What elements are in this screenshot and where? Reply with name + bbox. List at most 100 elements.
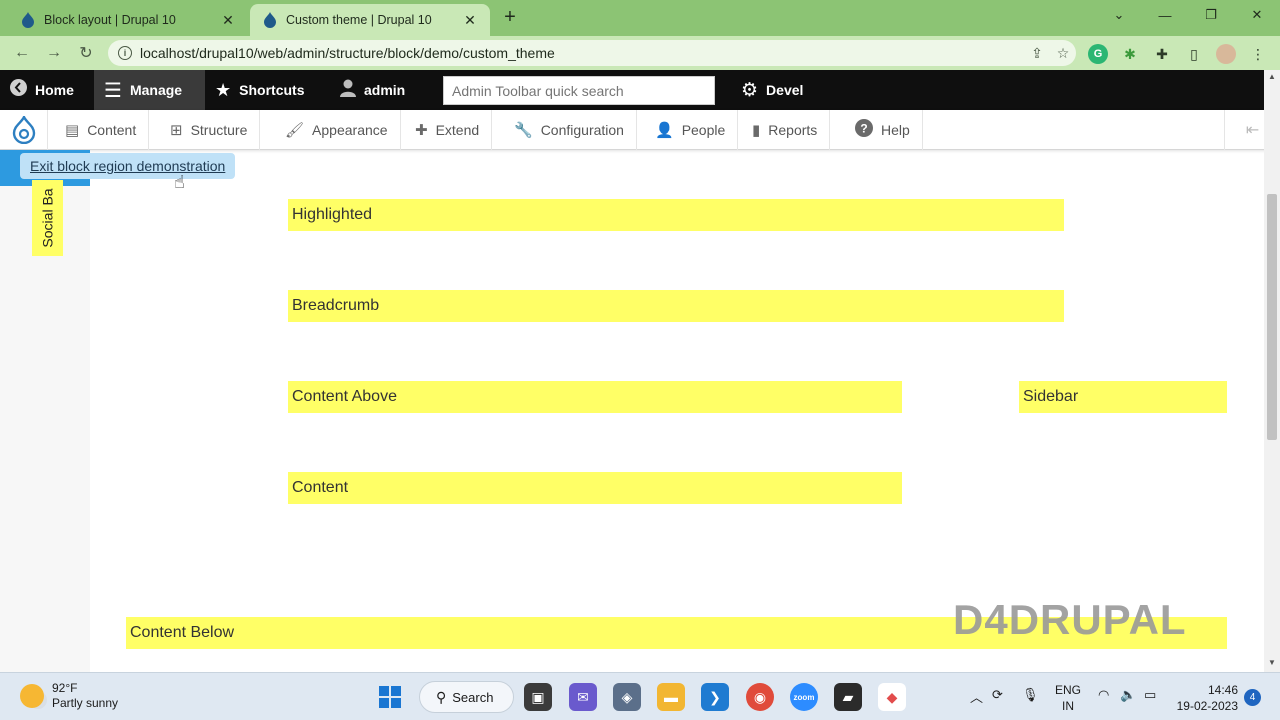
gear-icon: ⚙ bbox=[741, 79, 759, 101]
tab-title: Block layout | Drupal 10 bbox=[44, 13, 176, 27]
clock-time: 14:46 bbox=[1207, 683, 1238, 697]
tray-item-people[interactable]: 👤 People bbox=[643, 110, 739, 150]
close-window-button[interactable]: ✕ bbox=[1234, 0, 1280, 30]
browser-tab-block-layout[interactable]: Block layout | Drupal 10 ✕ bbox=[8, 4, 248, 36]
d4drupal-watermark: D4DRUPAL bbox=[953, 596, 1187, 643]
toolbar-user-tab[interactable]: admin bbox=[330, 70, 415, 110]
region-label: Content Below bbox=[130, 624, 235, 641]
minimize-button[interactable]: — bbox=[1142, 0, 1188, 30]
drupal-admin-toolbar: Home ☰ Manage ★ Shortcuts admin Admin To… bbox=[0, 70, 1280, 110]
battery-icon[interactable]: ▭ bbox=[1144, 687, 1156, 703]
input-language-indicator[interactable]: ENG IN bbox=[1052, 682, 1084, 714]
paint-icon[interactable]: ◆ bbox=[878, 683, 906, 711]
lang-line1: ENG bbox=[1054, 683, 1081, 697]
restore-button[interactable]: ❐ bbox=[1188, 0, 1234, 30]
taskbar-search-button[interactable]: ⚲ Search bbox=[419, 681, 514, 713]
tray-item-content[interactable]: ▤ Content bbox=[53, 110, 150, 150]
show-hidden-icons-chevron-icon[interactable]: ︿ bbox=[970, 687, 983, 706]
tray-item-help[interactable]: ? Help bbox=[843, 110, 923, 150]
system-clock[interactable]: 14:46 19-02-2023 bbox=[1172, 682, 1238, 714]
tray-item-label: People bbox=[681, 122, 726, 138]
region-label: Sidebar bbox=[1023, 388, 1079, 405]
taskbar-search-label: Search bbox=[452, 689, 494, 705]
back-arrow-icon[interactable]: ← bbox=[10, 41, 34, 65]
scroll-down-arrow-icon[interactable]: ▼ bbox=[1264, 658, 1280, 670]
admin-toolbar-search-input[interactable]: Admin Toolbar quick search bbox=[443, 76, 715, 105]
notification-count-badge[interactable]: 4 bbox=[1244, 689, 1261, 706]
region-label: Breadcrumb bbox=[292, 297, 380, 314]
region-sidebar: Sidebar bbox=[1019, 381, 1227, 413]
region-label: Highlighted bbox=[292, 206, 373, 223]
tray-item-label: Reports bbox=[768, 122, 818, 138]
toolbar-manage-label: Manage bbox=[129, 82, 183, 98]
sync-icon[interactable]: ⟳ bbox=[992, 687, 1003, 703]
scrollbar-thumb[interactable] bbox=[1267, 194, 1277, 440]
sticky-notes-icon[interactable]: ▰ bbox=[834, 683, 862, 711]
weather-temperature: 92°F bbox=[52, 681, 78, 695]
teams-chat-icon[interactable]: ✉ bbox=[569, 683, 597, 711]
user-icon bbox=[340, 79, 356, 102]
toolbar-home-link[interactable]: Home bbox=[0, 70, 84, 110]
grammarly-extension-icon[interactable]: G bbox=[1088, 44, 1108, 64]
new-tab-button[interactable]: + bbox=[498, 6, 522, 30]
region-breadcrumb: Breadcrumb bbox=[288, 290, 1064, 322]
weather-description: Partly sunny bbox=[52, 696, 119, 710]
site-info-icon[interactable]: i bbox=[118, 46, 132, 60]
forward-arrow-icon[interactable]: → bbox=[42, 41, 66, 65]
page-scrollbar[interactable]: ▲ ▼ bbox=[1264, 70, 1280, 672]
wifi-icon[interactable]: ◠ bbox=[1098, 687, 1109, 703]
browser-tab-custom-theme[interactable]: Custom theme | Drupal 10 ✕ bbox=[250, 4, 490, 36]
file-explorer-icon[interactable]: ▬ bbox=[657, 683, 685, 711]
tray-item-reports[interactable]: ▮ Reports bbox=[740, 110, 831, 150]
exit-block-region-demonstration-link[interactable]: Exit block region demonstration bbox=[20, 153, 236, 179]
toolbar-shortcuts-label: Shortcuts bbox=[239, 82, 305, 98]
share-icon[interactable]: ⇪ bbox=[1024, 45, 1050, 62]
scroll-up-arrow-icon[interactable]: ▲ bbox=[1264, 72, 1280, 84]
tray-item-structure[interactable]: ⊞ Structure bbox=[158, 110, 261, 150]
microphone-icon[interactable]: 🎙 bbox=[1022, 687, 1039, 703]
browser-menu-icon[interactable]: ⋮ bbox=[1248, 44, 1268, 64]
document-icon: ▤ bbox=[65, 122, 80, 139]
vscode-icon[interactable]: ❯ bbox=[701, 683, 729, 711]
toolbar-shortcuts-tab[interactable]: ★ Shortcuts bbox=[205, 70, 314, 110]
tray-item-appearance[interactable]: 🖌 Appearance bbox=[273, 110, 401, 150]
virtualbox-icon[interactable]: ◈ bbox=[613, 683, 641, 711]
side-panel-icon[interactable]: ▯ bbox=[1184, 44, 1204, 64]
bar-chart-icon: ▮ bbox=[752, 122, 761, 139]
search-placeholder: Admin Toolbar quick search bbox=[452, 82, 624, 99]
tab-search-chevron-icon[interactable]: ⌄ bbox=[1096, 0, 1142, 30]
drupal-logo-icon[interactable] bbox=[0, 110, 48, 150]
bookmark-star-icon[interactable]: ☆ bbox=[1050, 45, 1076, 62]
star-icon: ★ bbox=[215, 79, 232, 100]
extension-gear-icon[interactable]: ✱ bbox=[1120, 44, 1140, 64]
tray-item-extend[interactable]: ✚ Extend bbox=[403, 110, 493, 150]
volume-icon[interactable]: 🔈 bbox=[1120, 687, 1136, 703]
toolbar-devel-label: Devel bbox=[766, 82, 804, 98]
partly-sunny-icon bbox=[20, 684, 44, 708]
hamburger-menu-icon: ☰ bbox=[104, 79, 122, 102]
windows-taskbar: 92°F Partly sunny ⚲ Search ▣ ✉ ◈ ▬ ❯ ◉ z… bbox=[0, 672, 1280, 720]
help-icon: ? bbox=[855, 119, 873, 141]
tray-item-configuration[interactable]: 🔧 Configuration bbox=[502, 110, 637, 150]
zoom-icon[interactable]: zoom bbox=[790, 683, 818, 711]
close-tab-icon[interactable]: ✕ bbox=[462, 12, 478, 29]
back-circle-icon bbox=[10, 79, 27, 101]
weather-widget[interactable]: 92°F Partly sunny bbox=[20, 681, 118, 711]
paintbrush-icon: 🖌 bbox=[285, 122, 305, 139]
close-tab-icon[interactable]: ✕ bbox=[220, 12, 236, 29]
toolbar-manage-tab[interactable]: ☰ Manage bbox=[94, 70, 205, 110]
clock-date: 19-02-2023 bbox=[1176, 699, 1238, 713]
toolbar-user-label: admin bbox=[364, 82, 406, 98]
browser-tab-strip: Block layout | Drupal 10 ✕ Custom theme … bbox=[0, 0, 1280, 36]
toolbar-devel-tab[interactable]: ⚙ Devel bbox=[731, 70, 813, 110]
windows-start-icon[interactable] bbox=[376, 683, 404, 711]
task-view-icon[interactable]: ▣ bbox=[524, 683, 552, 711]
chrome-icon[interactable]: ◉ bbox=[746, 683, 774, 711]
url-text: localhost/drupal10/web/admin/structure/b… bbox=[140, 45, 555, 61]
region-highlighted: Highlighted bbox=[288, 199, 1064, 231]
address-bar[interactable]: i localhost/drupal10/web/admin/structure… bbox=[108, 40, 1076, 66]
profile-avatar[interactable] bbox=[1216, 44, 1236, 64]
extensions-puzzle-icon[interactable]: ✚ bbox=[1152, 44, 1172, 64]
reload-icon[interactable]: ↻ bbox=[74, 41, 98, 65]
puzzle-icon: ✚ bbox=[415, 122, 428, 139]
